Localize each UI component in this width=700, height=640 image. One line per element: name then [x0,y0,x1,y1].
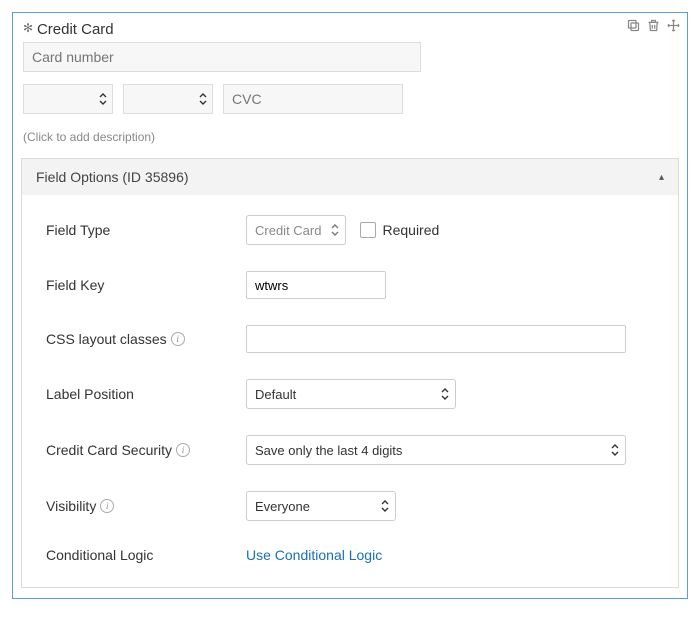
field-key-input[interactable] [246,271,386,299]
cvc-input[interactable] [223,84,403,114]
css-classes-input[interactable] [246,325,626,353]
exp-month-select[interactable] [23,84,113,114]
label-position-label: Label Position [46,386,246,402]
field-title: Credit Card [37,21,114,38]
chevron-updown-icon [331,224,339,236]
field-editor-container: ✻ Credit Card [12,12,688,599]
field-type-label: Field Type [46,222,246,238]
chevron-updown-icon [441,388,449,400]
field-type-select[interactable]: Credit Card [246,215,346,245]
required-checkbox-wrap[interactable]: Required [360,222,439,238]
required-asterisk: ✻ [23,21,33,35]
info-icon[interactable]: i [176,443,190,457]
css-classes-label: CSS layout classes i [46,331,246,347]
field-header: ✻ Credit Card [13,13,687,42]
conditional-logic-link[interactable]: Use Conditional Logic [246,547,382,563]
cc-security-label: Credit Card Security i [46,442,246,458]
conditional-logic-label: Conditional Logic [46,547,246,563]
duplicate-icon[interactable] [625,17,641,33]
field-preview [13,42,687,130]
visibility-label: Visibility i [46,498,246,514]
required-checkbox[interactable] [360,222,376,238]
move-icon[interactable] [665,17,681,33]
field-key-label: Field Key [46,277,246,293]
info-icon[interactable]: i [100,499,114,513]
chevron-updown-icon [381,500,389,512]
field-options-panel: Field Options (ID 35896) ▴ Field Type Cr… [21,158,679,588]
field-options-body: Field Type Credit Card Required [22,195,678,587]
exp-year-select[interactable] [123,84,213,114]
card-number-input[interactable] [23,42,421,72]
info-icon[interactable]: i [171,332,185,346]
field-options-toggle[interactable]: Field Options (ID 35896) ▴ [22,159,678,195]
chevron-updown-icon [611,444,619,456]
field-options-title: Field Options (ID 35896) [36,169,189,185]
required-checkbox-label: Required [382,222,439,238]
label-position-select[interactable]: Default [246,379,456,409]
visibility-select[interactable]: Everyone [246,491,396,521]
field-action-icons [625,17,681,33]
delete-icon[interactable] [645,17,661,33]
cc-security-select[interactable]: Save only the last 4 digits [246,435,626,465]
add-description-link[interactable]: (Click to add description) [13,130,687,158]
chevron-up-icon: ▴ [659,172,664,183]
